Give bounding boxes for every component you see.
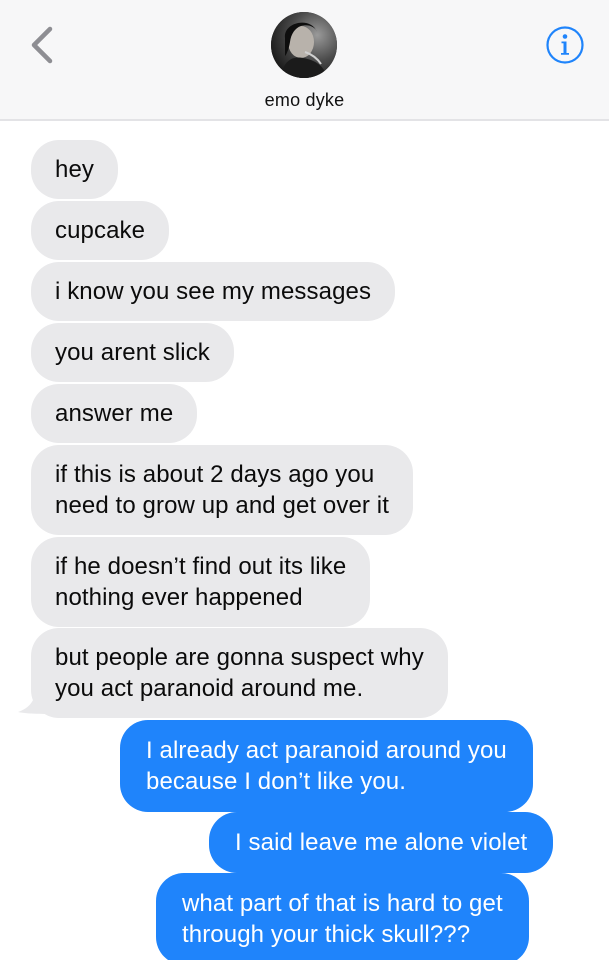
message-text-line: I already act paranoid around you — [146, 737, 507, 764]
info-icon — [546, 26, 584, 64]
incoming-message[interactable]: answer me — [31, 384, 198, 443]
incoming-message[interactable]: if this is about 2 days ago you need to … — [31, 445, 413, 535]
message-text-line: because I don’t like you. — [146, 768, 406, 795]
message-list[interactable]: hey cupcake i know you see my messages y… — [0, 123, 609, 960]
message-text: hey — [55, 156, 94, 183]
message-text: i know you see my messages — [55, 278, 372, 305]
message-text-line: but people are gonna suspect why — [55, 644, 424, 671]
contact-avatar[interactable] — [271, 12, 337, 78]
outgoing-message[interactable]: I already act paranoid around you becaus… — [120, 720, 533, 812]
incoming-message[interactable]: you arent slick — [31, 323, 234, 382]
incoming-message[interactable]: i know you see my messages — [31, 262, 396, 321]
message-text: cupcake — [55, 217, 146, 244]
contact-name[interactable]: emo dyke — [0, 90, 609, 111]
outgoing-message[interactable]: what part of that is hard to get through… — [156, 873, 529, 960]
conversation-header: emo dyke — [0, 0, 609, 121]
message-text-line: what part of that is hard to get — [182, 890, 503, 917]
incoming-message[interactable]: but people are gonna suspect why you act… — [31, 628, 448, 718]
chevron-left-icon — [31, 26, 53, 64]
incoming-message[interactable]: hey — [31, 140, 118, 199]
outgoing-message[interactable]: I said leave me alone violet — [209, 812, 554, 873]
message-text-line: if he doesn’t find out its like — [55, 553, 347, 580]
message-text-line: nothing ever happened — [55, 584, 303, 611]
incoming-message[interactable]: cupcake — [31, 201, 170, 260]
back-button[interactable] — [22, 22, 62, 68]
messages-app: emo dyke hey cupcake i know you see my m… — [0, 0, 609, 960]
message-text: answer me — [55, 400, 174, 427]
message-text-line: need to grow up and get over it — [55, 492, 389, 519]
info-button[interactable] — [545, 25, 585, 65]
message-text-line: if this is about 2 days ago you — [55, 461, 375, 488]
incoming-message[interactable]: if he doesn’t find out its like nothing … — [31, 537, 371, 627]
avatar-photo — [271, 12, 337, 78]
message-text: I said leave me alone violet — [235, 829, 528, 856]
message-text: you arent slick — [55, 339, 210, 366]
message-text-line: through your thick skull??? — [182, 921, 471, 948]
message-text-line: you act paranoid around me. — [55, 675, 364, 702]
